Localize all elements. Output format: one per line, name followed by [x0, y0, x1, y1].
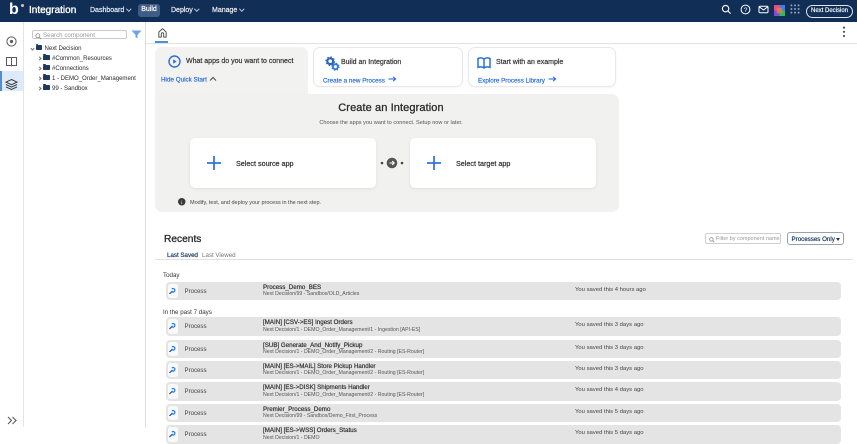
svg-text:?: ?	[744, 7, 748, 14]
